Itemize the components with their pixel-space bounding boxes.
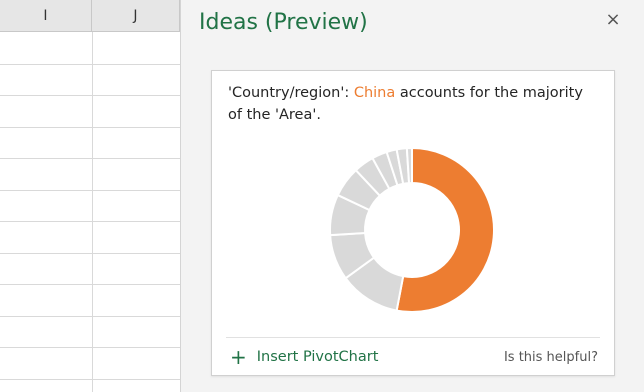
row-divider [0, 64, 180, 65]
insight-highlight: China [353, 85, 396, 101]
close-icon[interactable]: × [602, 8, 624, 30]
insert-pivotchart-button[interactable]: + Insert PivotChart [230, 347, 378, 367]
row-divider [0, 158, 180, 159]
donut-chart-svg [329, 146, 495, 313]
row-divider [0, 379, 180, 380]
row-divider [0, 95, 180, 96]
column-header-i[interactable]: I [0, 0, 92, 32]
insight-prefix: 'Country/region': [228, 85, 354, 101]
row-divider [0, 316, 180, 317]
row-divider [0, 284, 180, 285]
pane-title: Ideas (Preview) [199, 10, 368, 35]
is-this-helpful-link[interactable]: Is this helpful? [504, 350, 598, 365]
spreadsheet-grid[interactable]: I J [0, 0, 181, 392]
insight-text: 'Country/region': China accounts for the… [228, 82, 600, 126]
column-divider [92, 32, 93, 392]
row-divider [0, 347, 180, 348]
row-divider [0, 253, 180, 254]
row-divider [0, 127, 180, 128]
ideas-pane: Ideas (Preview) × 'Country/region': Chin… [181, 0, 644, 392]
row-divider [0, 190, 180, 191]
plus-icon: + [230, 345, 247, 369]
insight-card: 'Country/region': China accounts for the… [211, 70, 615, 376]
donut-chart[interactable] [322, 145, 502, 315]
card-divider [226, 337, 600, 338]
column-header-j[interactable]: J [92, 0, 180, 32]
insert-pivotchart-label: Insert PivotChart [256, 349, 379, 365]
row-divider [0, 221, 180, 222]
